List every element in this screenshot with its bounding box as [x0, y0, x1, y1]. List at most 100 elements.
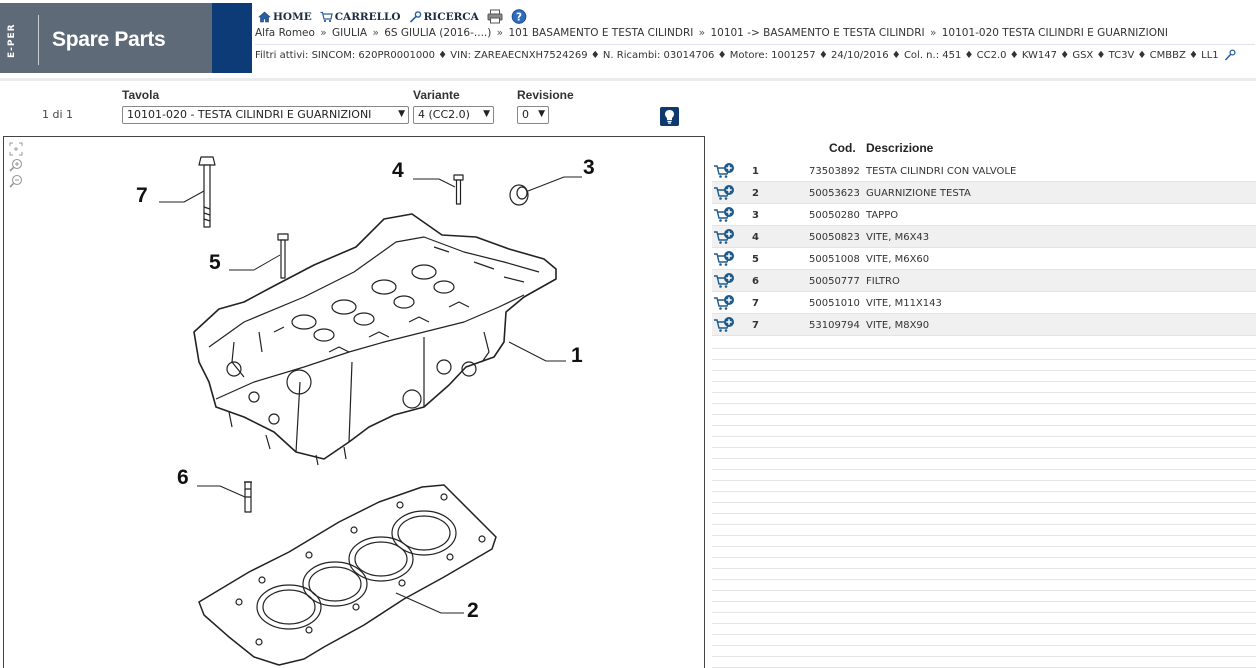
chevron-down-icon: ▼	[398, 109, 405, 119]
breadcrumb-item[interactable]: 101 BASAMENTO E TESTA CILINDRI	[508, 27, 693, 39]
leader-line-3	[527, 176, 582, 192]
part-description: VITE, M6X43	[866, 232, 930, 243]
column-header-code: Cod.	[829, 141, 856, 155]
chevron-down-icon: ▼	[483, 109, 490, 119]
lightbulb-icon[interactable]	[660, 107, 679, 126]
nav-cart-link[interactable]: CARRELLO	[320, 11, 401, 23]
key-icon[interactable]	[1224, 49, 1236, 61]
table-row[interactable]: 7 53109794 VITE, M8X90	[712, 314, 1256, 336]
callout-7[interactable]: 7	[136, 184, 148, 208]
variante-select-value: 4 (CC2.0)	[418, 108, 470, 121]
add-to-cart-icon[interactable]	[713, 162, 735, 179]
parts-table-body: 1 73503892 TESTA CILINDRI CON VALVOLE 2 …	[712, 160, 1256, 336]
breadcrumb-item[interactable]: GIULIA	[332, 27, 367, 39]
part-description: TESTA CILINDRI CON VALVOLE	[866, 166, 1017, 177]
breadcrumb-item-current: 10101-020 TESTA CILINDRI E GUARNIZIONI	[941, 27, 1168, 39]
table-row[interactable]: 7 50051010 VITE, M11X143	[712, 292, 1256, 314]
part-code[interactable]: 50050777	[809, 276, 860, 287]
bolt-m6x60-drawing	[277, 233, 289, 279]
header: E-PER Spare Parts HOME CARRELLO RICERCA	[0, 0, 1256, 81]
app-title: Spare Parts	[52, 28, 166, 51]
add-to-cart-icon[interactable]	[713, 272, 735, 289]
nav-home-label: HOME	[273, 10, 312, 23]
breadcrumb-item[interactable]: Alfa Romeo	[255, 27, 315, 39]
active-filters: Filtri attivi: SINCOM: 620PR0001000 ♦ VI…	[255, 48, 1236, 62]
revisione-select-value: 0	[522, 108, 529, 121]
add-to-cart-icon[interactable]	[713, 294, 735, 311]
add-to-cart-icon[interactable]	[713, 206, 735, 223]
part-index: 5	[752, 254, 759, 265]
revisione-select[interactable]: 0 ▼	[517, 106, 549, 124]
part-description: FILTRO	[866, 276, 900, 287]
table-row[interactable]: 4 50050823 VITE, M6X43	[712, 226, 1256, 248]
nav-search-link[interactable]: RICERCA	[409, 11, 479, 23]
exploded-diagram-panel[interactable]: 7 4 3 5 1 6 2	[3, 136, 705, 668]
add-to-cart-icon[interactable]	[713, 316, 735, 333]
part-description: TAPPO	[866, 210, 899, 221]
page-indicator: 1 di 1	[42, 108, 74, 121]
parts-table-empty-area	[712, 338, 1256, 668]
brand-block: E-PER Spare Parts	[0, 3, 212, 73]
tavola-select[interactable]: 10101-020 - TESTA CILINDRI E GUARNIZIONI…	[122, 106, 409, 124]
leader-line-4	[413, 178, 456, 188]
table-row[interactable]: 5 50051008 VITE, M6X60	[712, 248, 1256, 270]
print-icon[interactable]	[487, 9, 503, 24]
callout-6[interactable]: 6	[177, 466, 189, 490]
part-code[interactable]: 73503892	[809, 166, 860, 177]
callout-2[interactable]: 2	[467, 599, 479, 623]
cart-icon	[320, 11, 333, 22]
callout-4[interactable]: 4	[392, 159, 404, 183]
leader-line-7	[159, 190, 205, 203]
nav-search-label: RICERCA	[423, 10, 479, 23]
breadcrumb: Alfa Romeo » GIULIA » 6S GIULIA (2016-..…	[255, 27, 1168, 39]
tavola-label: Tavola	[122, 88, 160, 102]
breadcrumb-divider	[255, 44, 1255, 45]
add-to-cart-icon[interactable]	[713, 228, 735, 245]
callout-3[interactable]: 3	[583, 156, 595, 180]
table-row[interactable]: 2 50053623 GUARNIZIONE TESTA	[712, 182, 1256, 204]
part-code[interactable]: 50050823	[809, 232, 860, 243]
cylinder-head-block	[193, 213, 557, 466]
bolt-m6x43-drawing	[453, 174, 464, 205]
table-row[interactable]: 1 73503892 TESTA CILINDRI CON VALVOLE	[712, 160, 1256, 182]
table-row[interactable]: 6 50050777 FILTRO	[712, 270, 1256, 292]
nav-cart-label: CARRELLO	[334, 10, 401, 23]
variante-label: Variante	[413, 88, 460, 102]
leader-line-5	[229, 254, 281, 271]
breadcrumb-item[interactable]: 10101 -> BASAMENTO E TESTA CILINDRI	[710, 27, 924, 39]
part-index: 1	[752, 166, 759, 177]
part-description: VITE, M8X90	[866, 320, 930, 331]
part-description: VITE, M11X143	[866, 298, 942, 309]
callout-1[interactable]: 1	[571, 344, 583, 368]
brand-divider	[38, 15, 39, 65]
part-index: 7	[752, 298, 759, 309]
part-code[interactable]: 50051010	[809, 298, 860, 309]
callout-5[interactable]: 5	[209, 251, 221, 275]
svg-text:?: ?	[516, 11, 522, 23]
part-code[interactable]: 53109794	[809, 320, 860, 331]
part-code[interactable]: 50050280	[809, 210, 860, 221]
help-icon[interactable]: ?	[511, 9, 527, 24]
active-filters-text: Filtri attivi: SINCOM: 620PR0001000 ♦ VI…	[255, 49, 1219, 61]
column-header-description: Descrizione	[866, 141, 934, 155]
variante-select[interactable]: 4 (CC2.0) ▼	[413, 106, 494, 124]
part-code[interactable]: 50053623	[809, 188, 860, 199]
brand-accent	[212, 3, 252, 73]
part-index: 7	[752, 320, 759, 331]
table-row[interactable]: 3 50050280 TAPPO	[712, 204, 1256, 226]
table-selector-row: 1 di 1 Tavola 10101-020 - TESTA CILINDRI…	[0, 82, 1256, 130]
key-search-icon	[409, 10, 421, 23]
add-to-cart-icon[interactable]	[713, 184, 735, 201]
head-gasket-drawing	[198, 484, 497, 666]
part-code[interactable]: 50051008	[809, 254, 860, 265]
add-to-cart-icon[interactable]	[713, 250, 735, 267]
home-icon	[258, 11, 271, 22]
part-index: 6	[752, 276, 759, 287]
cylinder-head-drawing	[159, 156, 582, 666]
part-description: VITE, M6X60	[866, 254, 930, 265]
parts-table: Cod. Descrizione 1 73503892 TESTA CILIND…	[712, 136, 1256, 668]
leader-line-1	[508, 341, 566, 362]
parts-table-header: Cod. Descrizione	[712, 136, 1256, 158]
nav-home-link[interactable]: HOME	[258, 11, 312, 23]
breadcrumb-item[interactable]: 6S GIULIA (2016-....)	[384, 27, 491, 39]
